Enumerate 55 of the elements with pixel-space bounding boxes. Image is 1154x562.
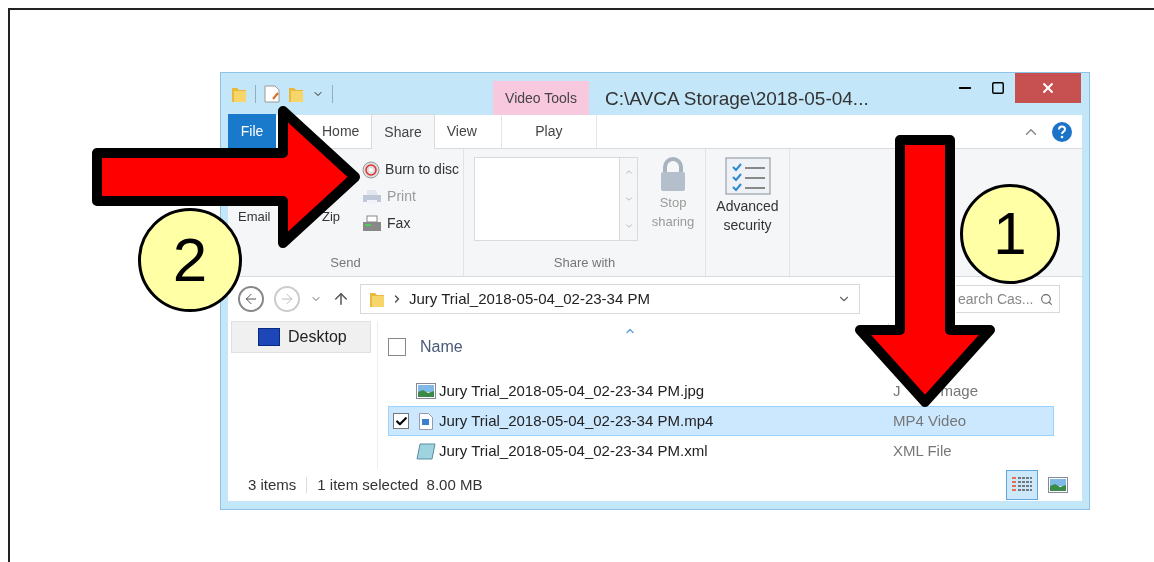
file-type: J <box>893 380 901 401</box>
ribbon-tab[interactable]: File <box>228 114 276 148</box>
fax-icon <box>362 215 383 232</box>
up-button[interactable] <box>332 290 350 308</box>
printer-icon <box>362 188 383 205</box>
file-name: Jury Trial_2018-05-04_02-23-34 PM.jpg <box>439 380 706 401</box>
select-all-checkbox[interactable] <box>388 338 406 356</box>
image-file-icon <box>416 383 436 399</box>
folder-icon <box>369 290 385 308</box>
file-row[interactable]: Jury Trial_2018-05-04_02-23-34 PM.mp4 MP4 Video <box>388 406 1054 436</box>
search-field[interactable]: earch Cas... <box>956 285 1060 313</box>
details-view-button[interactable] <box>1006 470 1038 500</box>
notepad-file-icon <box>416 442 436 460</box>
ribbon-command[interactable]: Zip <box>322 207 341 227</box>
status-selection: 1 item selected 8.00 MB <box>317 474 483 495</box>
file-row[interactable]: Jury Trial_2018-05-04_02-23-34 PM.xml XML File <box>388 436 1054 466</box>
help-icon[interactable] <box>1052 121 1072 142</box>
search-icon[interactable] <box>1040 291 1053 307</box>
contextual-tab-header: Video Tools <box>493 81 589 115</box>
ribbon-tab[interactable]: Home <box>322 114 372 148</box>
back-button[interactable] <box>238 286 264 312</box>
close-icon <box>1040 80 1056 96</box>
ribbon-tab[interactable]: View <box>434 114 489 148</box>
details-list-icon <box>1011 476 1033 494</box>
search-input[interactable]: earch Cas... <box>958 288 1038 310</box>
file-row[interactable]: Jury Trial_2018-05-04_02-23-34 PM.jpg J mage <box>388 376 1054 406</box>
file-name: Jury Trial_2018-05-04_02-23-34 PM.xml <box>439 440 709 461</box>
ribbon-command[interactable]: Fax <box>362 213 459 234</box>
folder-icon <box>288 85 304 103</box>
status-count: 3 items <box>248 474 297 495</box>
window-title: C:\AVCA Storage\2018-05-04... <box>605 87 869 111</box>
disc-icon <box>362 160 381 179</box>
row-checkbox[interactable] <box>393 413 409 429</box>
lock-icon <box>658 157 688 193</box>
column-header[interactable]: Name <box>420 335 463 359</box>
group-label: Send <box>330 253 361 272</box>
file-name: Jury Trial_2018-05-04_02-23-34 PM.mp4 <box>439 410 715 431</box>
maximize-icon[interactable] <box>991 81 1005 95</box>
document-icon[interactable] <box>264 85 280 103</box>
folder-icon <box>231 85 247 103</box>
checklist-icon <box>724 157 771 197</box>
group-label: Share with <box>553 253 616 272</box>
ribbon-tab[interactable]: Share <box>371 114 435 149</box>
file-type: mage <box>940 380 979 401</box>
advanced-security-button[interactable]: Advanced security <box>706 149 790 276</box>
nav-pane-item[interactable]: Desktop <box>231 321 371 353</box>
file-type: MP4 Video <box>893 410 967 431</box>
close-button[interactable] <box>1015 73 1081 103</box>
ribbon-tab[interactable]: Play <box>500 114 597 148</box>
video-file-icon <box>419 412 433 430</box>
address-bar[interactable]: Jury Trial_2018-05-04_02-23-34 PM <box>360 284 860 314</box>
landscape-icon <box>1048 477 1068 493</box>
ribbon-command[interactable]: Burn to disc <box>362 159 459 180</box>
file-type: XML File <box>893 440 952 461</box>
monitor-icon <box>258 328 280 346</box>
